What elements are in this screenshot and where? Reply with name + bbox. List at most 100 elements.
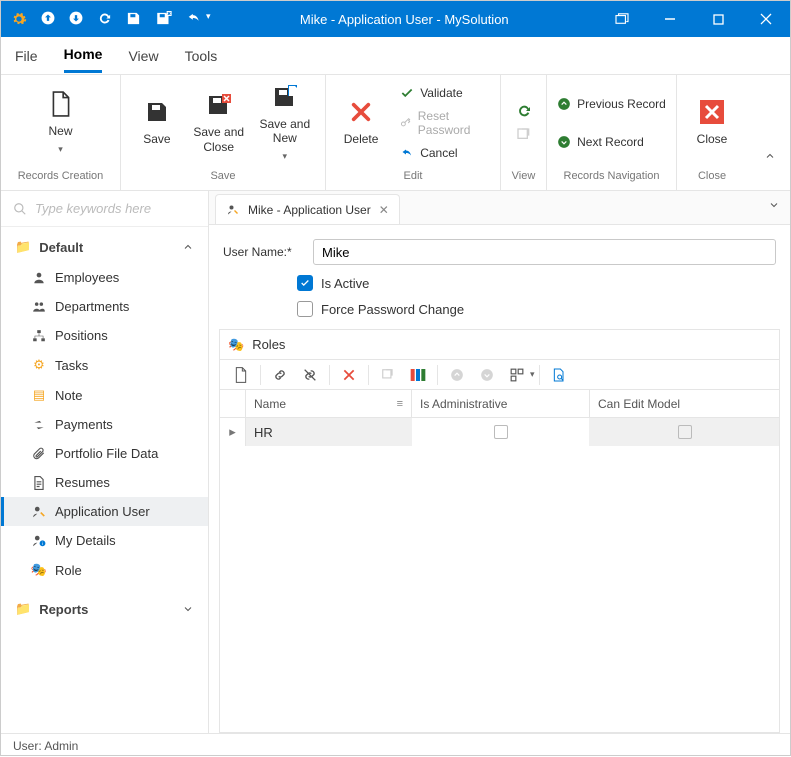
search-icon — [13, 202, 27, 216]
layout-dropdown-icon[interactable]: ▾ — [530, 369, 535, 380]
cancel-button[interactable]: Cancel — [400, 141, 490, 165]
search-placeholder: Type keywords here — [35, 201, 151, 216]
sidebar: Type keywords here 📁Default Employees De… — [1, 191, 209, 733]
content-area: Mike - Application User ✕ User Name:* Is… — [209, 191, 790, 733]
username-input[interactable] — [313, 239, 776, 265]
close-record-button[interactable]: Close — [687, 98, 737, 146]
sidebar-item-application-user[interactable]: Application User — [1, 497, 208, 526]
close-button[interactable] — [742, 1, 790, 37]
ribbon-group-label: View — [501, 170, 546, 190]
new-button[interactable]: New ▾ — [31, 90, 91, 155]
checkbox-checked-icon — [297, 275, 313, 291]
sidebar-item-tasks[interactable]: ⚙Tasks — [1, 350, 208, 380]
maximize-button[interactable] — [694, 1, 742, 37]
close-tab-icon[interactable]: ✕ — [379, 203, 389, 217]
cell-edit[interactable] — [590, 418, 779, 446]
unlink-button[interactable] — [295, 361, 325, 389]
save-and-new-button[interactable]: Save and New ▾ — [255, 83, 315, 163]
force-password-checkbox[interactable]: Force Password Change — [297, 301, 776, 317]
chevron-down-icon: ▾ — [58, 144, 63, 155]
restore-alt-icon[interactable] — [598, 1, 646, 37]
validate-button[interactable]: Validate — [400, 81, 490, 105]
nav-down-button[interactable] — [472, 361, 502, 389]
save-button[interactable]: Save — [131, 98, 183, 146]
status-user: User: Admin — [13, 739, 78, 753]
previous-record-button[interactable]: Previous Record — [557, 92, 666, 116]
minimize-button[interactable] — [646, 1, 694, 37]
sidebar-item-note[interactable]: ▤Note — [1, 380, 208, 410]
cell-admin[interactable] — [412, 418, 590, 446]
col-name[interactable]: Name≡ — [246, 390, 412, 417]
refresh-button[interactable] — [516, 103, 532, 119]
key-icon — [400, 116, 412, 130]
download-icon[interactable] — [69, 11, 83, 27]
ribbon-group-label: Edit — [326, 170, 500, 190]
sidebar-item-my-details[interactable]: iMy Details — [1, 526, 208, 555]
mask-icon: 🎭 — [31, 562, 47, 578]
gear-icon[interactable] — [11, 11, 27, 27]
ribbon-group-label: Records Creation — [1, 170, 120, 190]
is-active-label: Is Active — [321, 276, 369, 291]
nav-group-reports[interactable]: 📁Reports — [1, 593, 208, 625]
nav-up-button[interactable] — [442, 361, 472, 389]
save-icon[interactable] — [126, 11, 141, 27]
roles-title: Roles — [252, 337, 285, 352]
refresh-icon[interactable] — [97, 11, 112, 27]
person-icon — [31, 271, 47, 285]
save-close-icon[interactable] — [155, 11, 172, 27]
preview-button[interactable] — [544, 361, 574, 389]
open-related-button[interactable] — [516, 127, 532, 143]
sidebar-item-employees[interactable]: Employees — [1, 263, 208, 292]
document-tab[interactable]: Mike - Application User ✕ — [215, 194, 400, 224]
new-role-button[interactable] — [226, 361, 256, 389]
sidebar-item-positions[interactable]: Positions — [1, 321, 208, 350]
sidebar-item-portfolio[interactable]: Portfolio File Data — [1, 439, 208, 468]
roles-toolbar: ▾ — [220, 360, 779, 390]
down-circle-icon — [557, 135, 571, 149]
col-admin[interactable]: Is Administrative — [412, 390, 590, 417]
ribbon-group-label: Records Navigation — [547, 170, 676, 190]
tab-view[interactable]: View — [128, 40, 158, 72]
checkbox-unchecked-icon — [678, 425, 692, 439]
nav-group-default[interactable]: 📁Default — [1, 231, 208, 263]
tabs-dropdown-icon[interactable] — [768, 199, 780, 211]
window-title: Mike - Application User - MySolution — [211, 12, 598, 27]
reset-password-button[interactable]: Reset Password — [400, 111, 490, 135]
collapse-ribbon-icon[interactable] — [764, 150, 776, 162]
save-and-close-button[interactable]: Save and Close — [193, 91, 245, 154]
open-button[interactable] — [373, 361, 403, 389]
check-icon — [400, 86, 414, 100]
sidebar-item-payments[interactable]: Payments — [1, 410, 208, 439]
is-active-checkbox[interactable]: Is Active — [297, 275, 776, 291]
tab-tools[interactable]: Tools — [185, 40, 218, 72]
row-indicator-icon: ▸ — [220, 418, 246, 446]
tab-home[interactable]: Home — [64, 38, 103, 73]
document-tab-title: Mike - Application User — [248, 203, 371, 217]
force-password-label: Force Password Change — [321, 302, 464, 317]
link-button[interactable] — [265, 361, 295, 389]
checkbox-unchecked-icon — [297, 301, 313, 317]
cell-name[interactable]: HR — [246, 418, 412, 446]
user-info-icon: i — [31, 534, 47, 548]
undo-icon[interactable] — [186, 11, 202, 27]
upload-icon[interactable] — [41, 11, 55, 27]
sidebar-item-role[interactable]: 🎭Role — [1, 555, 208, 585]
col-edit[interactable]: Can Edit Model — [590, 390, 779, 417]
user-edit-icon — [226, 204, 240, 216]
folder-icon: 📁 — [15, 239, 31, 255]
tab-file[interactable]: File — [15, 40, 38, 72]
layout-button[interactable] — [502, 361, 532, 389]
grid-header: Name≡ Is Administrative Can Edit Model — [220, 390, 779, 418]
ribbon: New ▾ Records Creation Save Save and Clo… — [1, 75, 790, 191]
grid-row[interactable]: ▸ HR — [220, 418, 779, 446]
sidebar-item-departments[interactable]: Departments — [1, 292, 208, 321]
columns-button[interactable] — [403, 361, 433, 389]
search-box[interactable]: Type keywords here — [1, 191, 208, 227]
sidebar-item-resumes[interactable]: Resumes — [1, 468, 208, 497]
username-label: User Name:* — [223, 245, 303, 259]
delete-button[interactable]: Delete — [336, 98, 386, 146]
user-edit-icon — [31, 505, 47, 519]
hierarchy-icon — [31, 329, 47, 343]
delete-role-button[interactable] — [334, 361, 364, 389]
next-record-button[interactable]: Next Record — [557, 130, 666, 154]
